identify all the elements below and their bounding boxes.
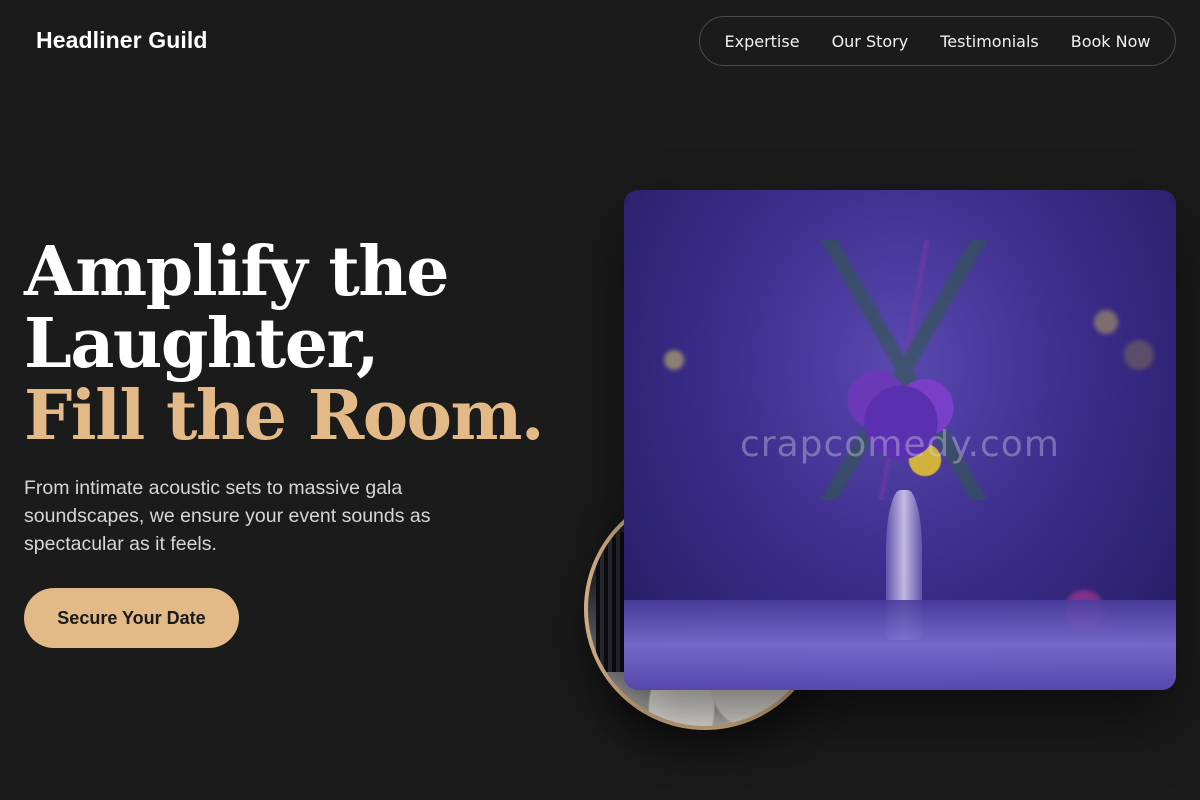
table-setting: [624, 600, 1176, 690]
hero-title-accent-line: Fill the Room.: [24, 376, 545, 456]
page: Headliner Guild Expertise Our Story Test…: [0, 0, 1200, 800]
hero-title-line-1: Amplify the: [24, 232, 449, 312]
secure-your-date-button[interactable]: Secure Your Date: [24, 588, 239, 648]
curtain-detail: [596, 532, 626, 672]
nav-item-book-now[interactable]: Book Now: [1071, 32, 1151, 51]
hero-title: Amplify the Laughter, Fill the Room.: [24, 236, 564, 452]
nav-item-testimonials[interactable]: Testimonials: [940, 32, 1039, 51]
hero-subtitle: From intimate acoustic sets to massive g…: [24, 477, 431, 555]
watermark-text: crapcomedy.com: [740, 424, 1060, 465]
hero-title-line-2: Laughter,: [24, 304, 380, 384]
bokeh-light: [664, 350, 684, 370]
main-nav: Expertise Our Story Testimonials Book No…: [699, 16, 1176, 66]
nav-item-our-story[interactable]: Our Story: [832, 32, 909, 51]
nav-item-expertise[interactable]: Expertise: [725, 32, 800, 51]
brand-logo[interactable]: Headliner Guild: [36, 27, 207, 54]
flower-bouquet: [829, 340, 989, 490]
bokeh-light: [1124, 340, 1154, 370]
